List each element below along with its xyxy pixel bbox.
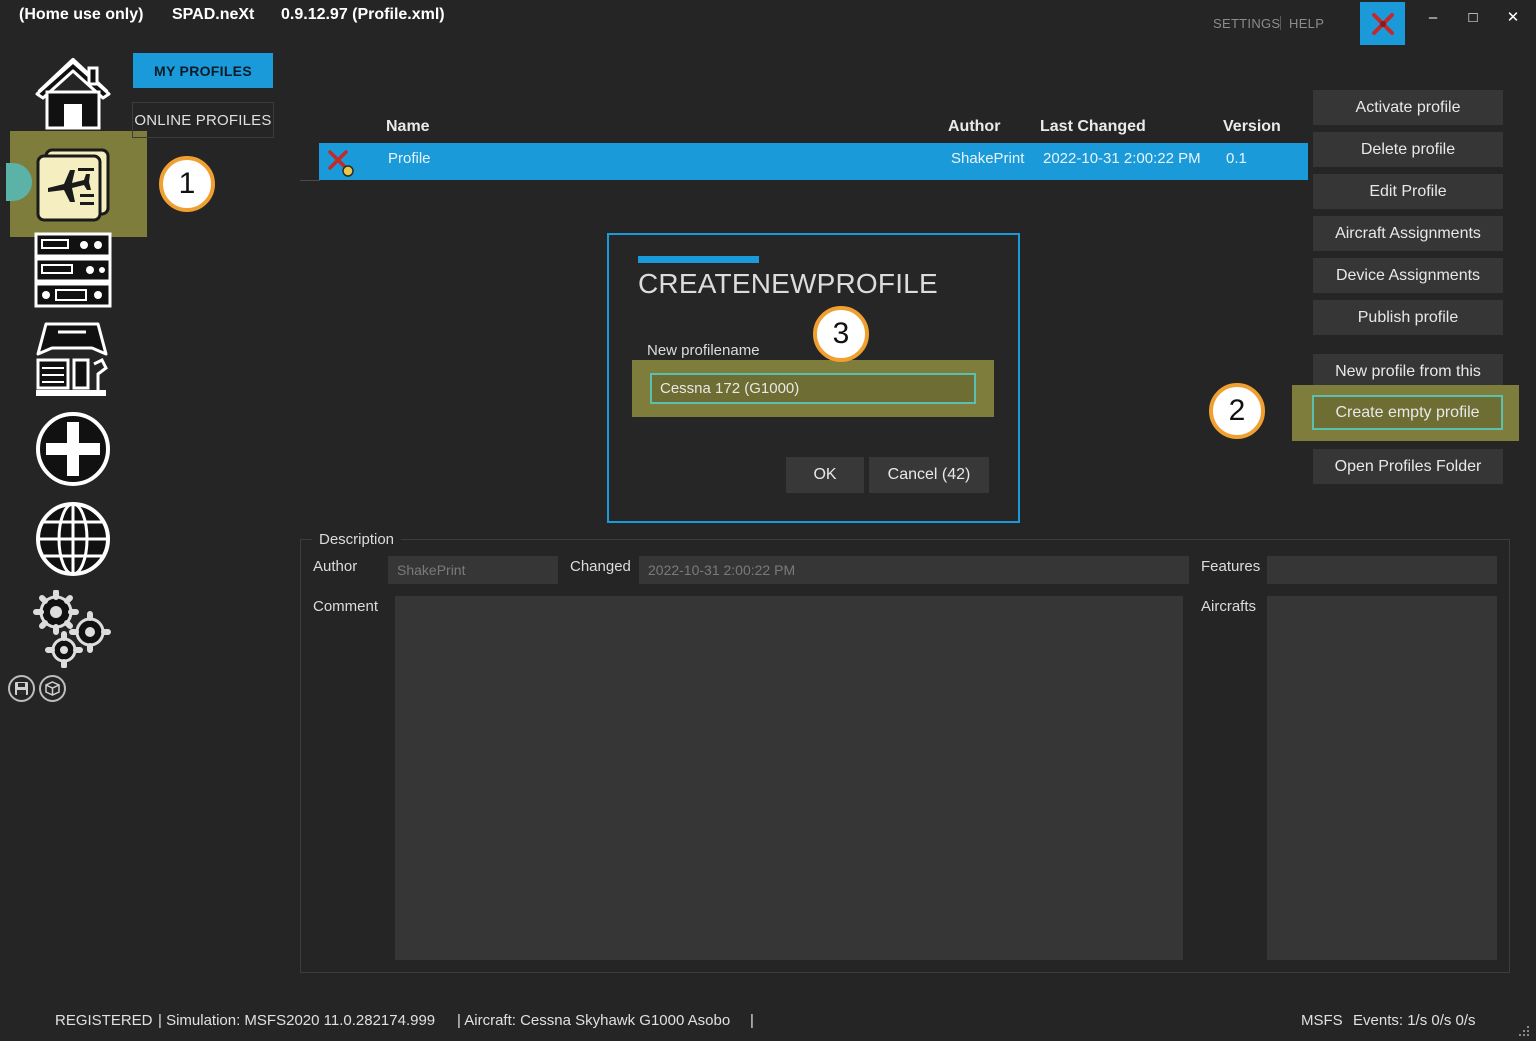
status-registered: REGISTERED [55, 1012, 153, 1029]
column-header-version[interactable]: Version [1223, 118, 1281, 136]
create-empty-profile-button[interactable]: Create empty profile [1312, 395, 1503, 430]
dialog-accent-bar [638, 256, 759, 263]
changed-label: Changed [570, 558, 631, 575]
package-icon[interactable] [39, 675, 66, 702]
cancel-button[interactable]: Cancel (42) [869, 457, 989, 493]
help-link[interactable]: HELP [1289, 16, 1324, 31]
settings-gears-icon[interactable] [32, 590, 112, 668]
aircrafts-label: Aircrafts [1201, 598, 1257, 615]
app-name: SPAD.neXt [172, 6, 255, 23]
profile-row-icon [326, 148, 356, 178]
author-field[interactable]: ShakePrint [388, 556, 558, 584]
profiles-icon[interactable] [34, 142, 114, 222]
spad-logo-icon[interactable] [1360, 2, 1405, 45]
aircraft-assignments-button[interactable]: Aircraft Assignments [1313, 216, 1503, 251]
tab-online-profiles[interactable]: ONLINE PROFILES [132, 102, 274, 138]
description-legend: Description [312, 531, 402, 548]
column-header-author[interactable]: Author [948, 118, 1000, 136]
profile-name-input[interactable] [650, 373, 976, 404]
column-header-last-changed[interactable]: Last Changed [1040, 118, 1146, 136]
comment-label: Comment [313, 598, 379, 615]
settings-link[interactable]: SETTINGS [1213, 16, 1280, 31]
callout-step-2: 2 [1209, 383, 1265, 439]
changed-field[interactable]: 2022-10-31 2:00:22 PM [639, 556, 1189, 584]
edit-profile-button[interactable]: Edit Profile [1313, 174, 1503, 209]
edition-label: (Home use only) [19, 6, 144, 23]
status-simulation: | Simulation: MSFS2020 11.0.282174.999 [158, 1012, 436, 1029]
close-button[interactable]: ✕ [1498, 6, 1528, 28]
device-assignments-button[interactable]: Device Assignments [1313, 258, 1503, 293]
status-sim: MSFS [1301, 1012, 1343, 1029]
minimize-button[interactable]: – [1418, 6, 1448, 28]
new-profile-from-this-button[interactable]: New profile from this [1313, 354, 1503, 389]
globe-icon[interactable] [34, 500, 112, 578]
row-last-changed: 2022-10-31 2:00:22 PM [1043, 150, 1201, 167]
comment-field[interactable] [395, 596, 1183, 960]
status-separator: | [750, 1012, 754, 1029]
aircrafts-field[interactable] [1267, 596, 1497, 960]
features-label: Features [1201, 558, 1261, 575]
resize-grip-icon[interactable] [1516, 1023, 1530, 1037]
author-label: Author [313, 558, 358, 575]
row-name: Profile [388, 150, 431, 167]
callout-step-1: 1 [159, 156, 215, 212]
status-aircraft: | Aircraft: Cessna Skyhawk G1000 Asobo [457, 1012, 731, 1029]
add-icon[interactable] [34, 410, 112, 488]
dialog-title: CREATENEWPROFILE [638, 268, 938, 299]
cockpit-icon[interactable] [32, 318, 112, 400]
maximize-button[interactable]: □ [1458, 6, 1488, 28]
profile-name-label: New profilename [647, 342, 760, 359]
column-header-name[interactable]: Name [386, 118, 430, 136]
row-author: ShakePrint [951, 150, 1025, 167]
save-icon[interactable] [8, 675, 35, 702]
open-profiles-folder-button[interactable]: Open Profiles Folder [1313, 449, 1503, 484]
activate-profile-button[interactable]: Activate profile [1313, 90, 1503, 125]
delete-profile-button[interactable]: Delete profile [1313, 132, 1503, 167]
ok-button[interactable]: OK [786, 457, 864, 493]
row-version: 0.1 [1226, 150, 1247, 167]
publish-profile-button[interactable]: Publish profile [1313, 300, 1503, 335]
version-file-label: 0.9.12.97 (Profile.xml) [281, 6, 445, 23]
tab-my-profiles[interactable]: MY PROFILES [133, 53, 273, 88]
devices-icon[interactable] [34, 232, 112, 308]
menu-divider [1280, 16, 1281, 30]
features-field[interactable] [1267, 556, 1497, 584]
callout-step-3: 3 [813, 306, 869, 362]
table-divider [300, 180, 320, 181]
home-icon[interactable] [33, 52, 113, 132]
status-events: Events: 1/s 0/s 0/s [1353, 1012, 1476, 1029]
